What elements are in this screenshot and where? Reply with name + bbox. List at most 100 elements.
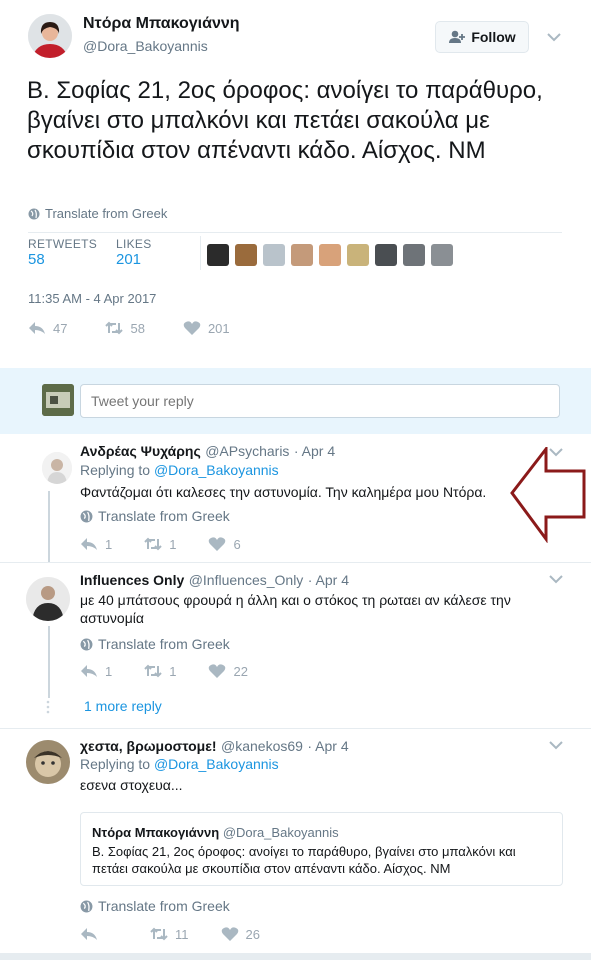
chevron-down-icon[interactable] <box>546 29 562 45</box>
retweet-count: 58 <box>130 320 145 336</box>
likes-count: 201 <box>116 251 142 268</box>
heart-icon <box>221 927 238 941</box>
like-count: 26 <box>245 926 260 942</box>
liker-avatar[interactable] <box>235 244 257 266</box>
chevron-down-icon[interactable] <box>548 737 564 753</box>
reply-header: Influences Only @Influences_Only · Apr 4 <box>80 572 349 590</box>
replying-prefix: Replying to <box>80 756 151 772</box>
reply-text: Φαντάζομαι ότι καλεσες την αστυνομία. Τη… <box>80 484 487 500</box>
retweet-count: 1 <box>169 536 177 552</box>
replying-to-handle[interactable]: @Dora_Bakoyannis <box>154 756 279 772</box>
liker-avatar[interactable] <box>263 244 285 266</box>
reply-author-handle[interactable]: @Influences_Only <box>189 572 304 588</box>
liker-avatar[interactable] <box>291 244 313 266</box>
reply-count: 1 <box>105 663 113 679</box>
divider <box>0 728 591 729</box>
reply-action[interactable] <box>80 926 98 942</box>
more-replies-link[interactable]: 1 more reply <box>84 698 162 714</box>
translate-link[interactable]: Translate from Greek <box>80 508 230 524</box>
like-action[interactable]: 6 <box>208 536 241 552</box>
translate-link[interactable]: Translate from Greek <box>80 636 230 652</box>
retweet-icon <box>150 927 168 941</box>
liker-avatar[interactable] <box>319 244 341 266</box>
reply-icon <box>81 538 97 550</box>
reply-avatar[interactable] <box>42 452 72 484</box>
retweets-stat[interactable]: RETWEETS 58 <box>28 237 97 268</box>
reply-avatar[interactable] <box>26 740 70 784</box>
reply-input[interactable] <box>80 384 560 418</box>
retweet-action[interactable]: 1 <box>144 536 176 552</box>
author-handle[interactable]: @Dora_Bakoyannis <box>83 38 208 54</box>
reply-date[interactable]: · Apr 4 <box>308 572 349 588</box>
annotation-arrow-icon <box>510 447 586 543</box>
quote-author-name: Ντόρα Μπακογιάννη <box>92 825 220 840</box>
reply-author-name[interactable]: χεστα, βρωμοστομε! <box>80 738 217 754</box>
retweet-icon <box>105 321 124 335</box>
retweet-action[interactable]: 58 <box>105 320 145 336</box>
reply-date[interactable]: · Apr 4 <box>307 738 348 754</box>
add-user-icon <box>449 30 466 43</box>
likes-label: LIKES <box>116 237 152 251</box>
bottom-divider <box>0 953 591 960</box>
author-name[interactable]: Ντόρα Μπακογιάννη <box>83 15 240 33</box>
translate-label: Translate from Greek <box>45 206 168 221</box>
timestamp[interactable]: 11:35 AM - 4 Apr 2017 <box>28 291 156 306</box>
quote-author-handle: @Dora_Bakoyannis <box>222 825 339 840</box>
retweets-label: RETWEETS <box>28 237 98 251</box>
chevron-down-icon[interactable] <box>548 571 564 587</box>
globe-icon <box>80 510 93 522</box>
reply-avatar[interactable] <box>26 577 70 621</box>
reply-author-handle[interactable]: @kanekos69 <box>221 738 303 754</box>
reply-author-handle[interactable]: @APsycharis <box>205 443 289 459</box>
user-avatar[interactable] <box>42 384 74 416</box>
retweet-icon <box>144 537 162 551</box>
reply-icon <box>29 322 45 334</box>
reply-actions: 1 1 22 <box>80 663 248 679</box>
divider <box>28 232 562 233</box>
quoted-tweet[interactable]: Ντόρα Μπακογιάννη @Dora_Bakoyannis Β. Σο… <box>80 812 563 886</box>
reply-date[interactable]: · Apr 4 <box>294 443 335 459</box>
reply-action[interactable]: 1 <box>80 663 112 679</box>
translate-label: Translate from Greek <box>98 508 230 524</box>
retweet-action[interactable]: 1 <box>144 663 176 679</box>
tweet-text: Β. Σοφίας 21, 2ος όροφος: ανοίγει το παρ… <box>27 77 543 164</box>
liker-avatar[interactable] <box>375 244 397 266</box>
follow-label: Follow <box>471 29 516 45</box>
like-action[interactable]: 201 <box>183 320 230 336</box>
divider <box>0 562 591 563</box>
liker-avatar[interactable] <box>403 244 425 266</box>
reply-icon <box>81 928 97 940</box>
reply-action[interactable]: 1 <box>80 536 112 552</box>
retweet-action[interactable]: 11 <box>150 926 189 942</box>
reply-actions: 1 1 6 <box>80 536 241 552</box>
heart-icon <box>209 664 226 678</box>
translate-label: Translate from Greek <box>98 898 230 914</box>
reply-actions: 11 26 <box>80 926 260 942</box>
thread-line <box>48 626 50 698</box>
divider <box>200 236 201 270</box>
liker-avatar[interactable] <box>347 244 369 266</box>
like-count: 6 <box>233 536 241 552</box>
translate-link[interactable]: Translate from Greek <box>28 206 167 221</box>
reply-author-name[interactable]: Ανδρέας Ψυχάρης <box>80 443 201 459</box>
reply-author-name[interactable]: Influences Only <box>80 572 184 588</box>
follow-button[interactable]: Follow <box>435 21 529 53</box>
translate-link[interactable]: Translate from Greek <box>80 898 230 914</box>
likers-avatars <box>207 244 453 266</box>
like-action[interactable]: 26 <box>221 926 260 942</box>
liker-avatar[interactable] <box>207 244 229 266</box>
reply-action[interactable]: 47 <box>28 320 67 336</box>
reply-header: Ανδρέας Ψυχάρης @APsycharis · Apr 4 <box>80 443 335 461</box>
liker-avatar[interactable] <box>431 244 453 266</box>
tweet-actions: 47 58 201 <box>28 320 230 336</box>
likes-stat[interactable]: LIKES 201 <box>116 237 152 268</box>
retweet-icon <box>144 664 162 678</box>
retweet-count: 1 <box>169 663 177 679</box>
author-avatar[interactable] <box>28 14 72 58</box>
globe-icon <box>80 638 93 650</box>
quote-header: Ντόρα Μπακογιάννη @Dora_Bakoyannis <box>92 825 339 840</box>
like-action[interactable]: 22 <box>208 663 248 679</box>
retweets-count: 58 <box>28 251 45 268</box>
replying-to-handle[interactable]: @Dora_Bakoyannis <box>154 462 279 478</box>
globe-icon <box>28 208 40 219</box>
